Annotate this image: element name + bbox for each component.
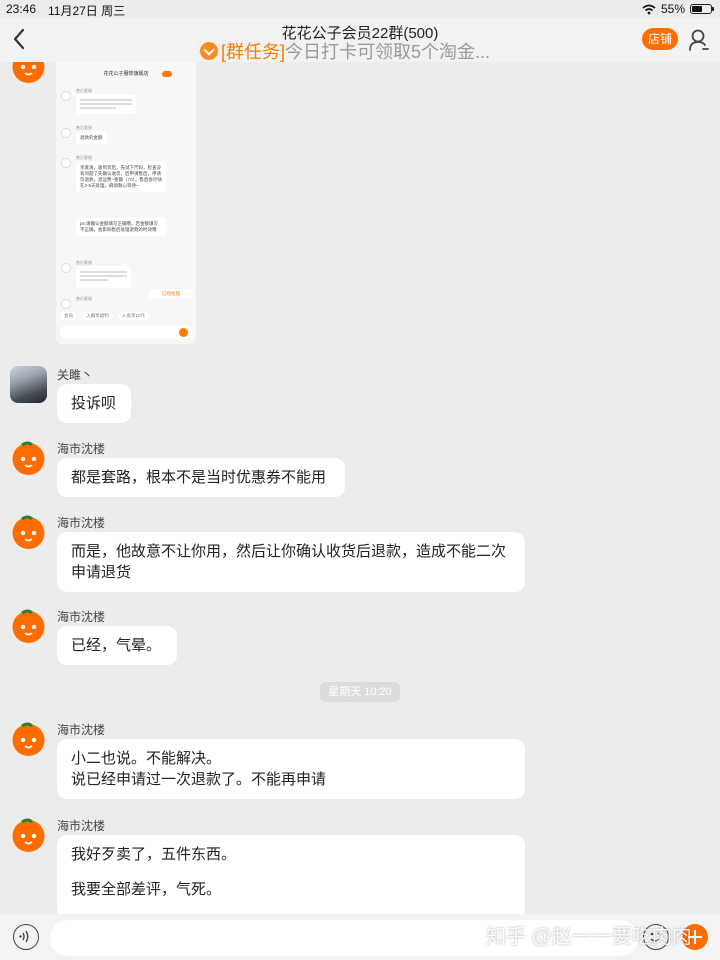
message-line <box>71 865 511 879</box>
wifi-icon <box>642 4 656 14</box>
message-bubble[interactable]: 都是套路，根本不是当时优惠券不能用 <box>57 458 345 497</box>
avatar[interactable] <box>10 514 47 551</box>
status-right: 55% <box>642 2 714 16</box>
screenshot-bubble: 退款的金额 <box>76 132 107 144</box>
status-date: 11月27日 周三 <box>48 4 126 18</box>
screenshot-plus-icon <box>179 328 188 337</box>
voice-icon[interactable] <box>13 924 39 950</box>
shared-screenshot-image[interactable]: 花花公子服饰旗舰店 售后客服 售后客服 退款的金额 售后客服 亲爱滴，收到货后，… <box>56 62 196 344</box>
sender-name: 海市沈楼 <box>57 516 106 530</box>
screenshot-avatar <box>61 299 71 309</box>
screenshot-link: 已经处理 <box>149 289 193 299</box>
screenshot-avatar <box>61 263 71 273</box>
message-line: 我要全部差评，气死。 <box>71 881 222 898</box>
screenshot-avatar <box>61 128 71 138</box>
screenshot-tab: 入会享10元 <box>118 312 150 320</box>
avatar[interactable] <box>10 440 47 477</box>
sender-name: 海市沈楼 <box>57 723 106 737</box>
message-bubble[interactable]: 已经，气晕。 <box>57 626 177 665</box>
sender-name: 海市沈楼 <box>57 442 106 456</box>
avatar[interactable] <box>10 608 47 645</box>
screenshot-avatar <box>61 158 71 168</box>
avatar[interactable] <box>10 62 47 85</box>
message-bubble[interactable]: 我好歹卖了，五件东西。 我要全部差评，气死。 <box>57 835 525 914</box>
sender-name: 海市沈楼 <box>57 819 106 833</box>
nav-bar: 花花公子会员22群(500) [群任务] 今日打卡可领取5个淘金... 店铺 <box>0 18 720 62</box>
avatar[interactable] <box>10 721 47 758</box>
screenshot-bubble <box>76 94 136 114</box>
screenshot-title: 花花公子服饰旗舰店 <box>103 71 149 77</box>
person-icon[interactable] <box>688 28 710 52</box>
store-button[interactable]: 店铺 <box>642 28 678 50</box>
message-line: 小二也说。不能解决。 <box>71 750 222 767</box>
group-task-tag: [群任务] <box>221 42 286 62</box>
avatar[interactable] <box>10 366 47 403</box>
screenshot-bubble: 亲爱滴，收到货后，先试下尺码，检查没有问题了先确认收货，后申请售后，申请仅退款，… <box>76 162 166 192</box>
sender-name: 关雎丶 <box>57 368 94 382</box>
screenshot-avatar <box>61 91 71 101</box>
group-task-text: 今日打卡可领取5个淘金... <box>285 42 491 62</box>
screenshot-badge <box>162 71 172 77</box>
message-line: 我好歹卖了，五件东西。 <box>71 846 237 863</box>
message-bubble[interactable]: 小二也说。不能解决。 说已经申请过一次退款了。不能再申请 <box>57 739 525 799</box>
message-bubble[interactable]: 投诉呗 <box>57 384 131 423</box>
message-line: 说已经申请过一次退款了。不能再申请 <box>71 771 327 788</box>
screenshot-bubble <box>76 266 131 288</box>
message-line: 已经，气晕。 <box>71 637 162 654</box>
watermark: 知乎 @赵一一要吃肉肉 <box>486 926 692 948</box>
chevron-down-icon <box>200 42 218 60</box>
status-time: 23:46 <box>6 2 37 16</box>
status-bar: 23:46 11月27日 周三 55% <box>0 0 720 18</box>
screenshot-input <box>60 325 192 339</box>
group-task-banner[interactable]: [群任务] 今日打卡可领取5个淘金... <box>200 38 490 64</box>
screenshot-sender: 售后客服 <box>76 155 92 160</box>
message-line: 投诉呗 <box>71 395 117 412</box>
screenshot-tab: 入群享福利 <box>82 312 113 320</box>
sender-name: 海市沈楼 <box>57 610 106 624</box>
timestamp-pill: 星期天 10:20 <box>320 682 400 702</box>
message-line: 都是套路，根本不是当时优惠券不能用 <box>71 469 327 486</box>
avatar[interactable] <box>10 817 47 854</box>
battery-icon <box>690 4 714 14</box>
screenshot-sender: 售后客服 <box>76 296 92 301</box>
screenshot-bubble: ps:请确认金额填写正确哦，若金额填写不正确，会影响售后处理退款的时效哦 <box>76 218 166 236</box>
message-bubble[interactable]: 而是，他故意不让你用，然后让你确认收货后退款，造成不能二次申请退货 <box>57 532 525 592</box>
message-line: 而是，他故意不让你用，然后让你确认收货后退款，造成不能二次申请退货 <box>71 543 507 581</box>
battery-percent: 55% <box>660 2 685 16</box>
screenshot-tab: 会员 <box>60 312 77 320</box>
chat-area[interactable]: 花花公子服饰旗舰店 售后客服 售后客服 退款的金额 售后客服 亲爱滴，收到货后，… <box>0 62 720 914</box>
screenshot-sender: 售后客服 <box>76 125 92 130</box>
screenshot-tabs: 会员 入群享福利 入会享10元 <box>56 312 196 322</box>
